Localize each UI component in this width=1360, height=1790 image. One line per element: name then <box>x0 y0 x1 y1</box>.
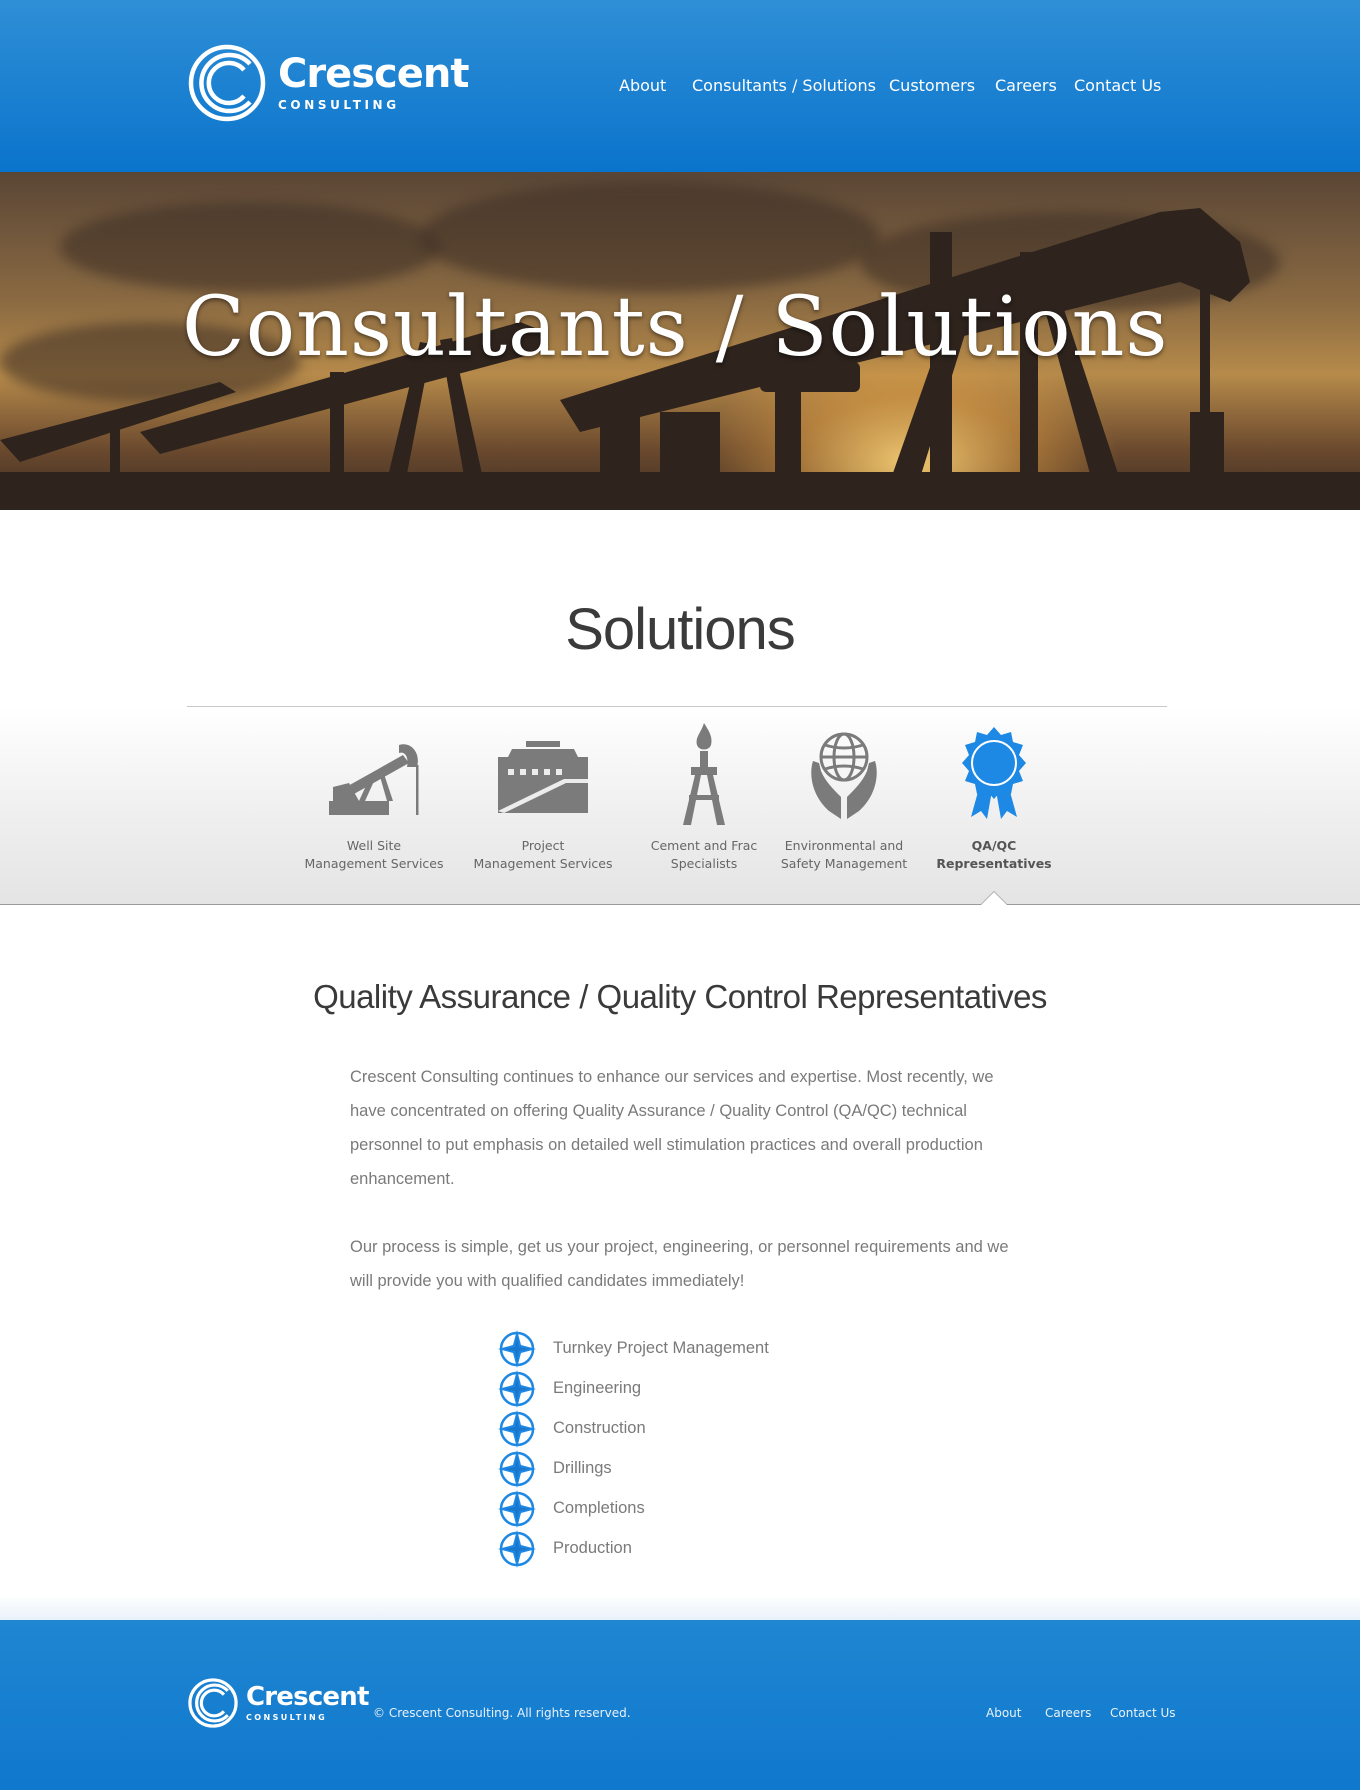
process-paragraph: Our process is simple, get us your proje… <box>350 1238 1009 1290</box>
award-ribbon-icon <box>962 727 1026 819</box>
tab-label: Environmental and Safety Management <box>759 837 929 873</box>
list-item-text: Completions <box>553 1499 645 1517</box>
services-list: Turnkey Project Management Engineering C… <box>498 1330 898 1570</box>
tab-project-management[interactable]: Project Management Services <box>468 707 618 905</box>
footer-link-careers[interactable]: Careers <box>1045 1706 1091 1720</box>
nav-consultants-solutions[interactable]: Consultants / Solutions <box>692 76 876 95</box>
list-item: Engineering <box>498 1370 898 1410</box>
tab-qa-qc-representatives[interactable]: QA/QC Representatives <box>919 707 1069 905</box>
nav-contact-us[interactable]: Contact Us <box>1074 76 1161 95</box>
pumpjack-icon <box>329 744 419 815</box>
active-tab-pointer <box>981 892 1007 905</box>
tab-label: QA/QC Representatives <box>909 837 1079 873</box>
tab-cement-frac-specialists[interactable]: Cement and Frac Specialists <box>629 707 779 905</box>
tab-label-line1: QA/QC <box>971 838 1017 853</box>
compass-star-icon <box>498 1330 536 1368</box>
compass-star-icon <box>498 1370 536 1408</box>
compass-star-icon <box>498 1410 536 1448</box>
list-item-text: Construction <box>553 1419 646 1437</box>
tab-environmental-safety[interactable]: Environmental and Safety Management <box>769 707 919 905</box>
tab-label-line1: Project <box>521 838 565 853</box>
footer-brand-name: Crescent <box>246 1682 369 1712</box>
list-item-text: Drillings <box>553 1459 612 1477</box>
list-item: Drillings <box>498 1450 898 1490</box>
crescent-logo-icon <box>188 1678 238 1728</box>
tab-label-line2: Representatives <box>936 856 1052 871</box>
tab-label-line2: Management Services <box>304 856 444 871</box>
hero-banner: Consultants / Solutions <box>0 172 1360 510</box>
tab-label: Project Management Services <box>458 837 628 873</box>
main-nav: About Consultants / Solutions Customers … <box>0 76 1360 98</box>
map-board-icon <box>498 741 588 813</box>
hero-title: Consultants / Solutions <box>182 280 1169 375</box>
footer-brand-tagline: CONSULTING <box>246 1713 328 1722</box>
section-heading: Quality Assurance / Quality Control Repr… <box>313 978 1047 1015</box>
tab-label-line2: Specialists <box>670 856 738 871</box>
list-item: Construction <box>498 1410 898 1450</box>
solutions-title: Solutions <box>565 597 796 662</box>
list-item-text: Production <box>553 1539 632 1557</box>
flare-tower-icon <box>683 723 725 825</box>
compass-star-icon <box>498 1450 536 1488</box>
footer-link-contact-us[interactable]: Contact Us <box>1110 1706 1176 1720</box>
tab-label: Well Site Management Services <box>289 837 459 873</box>
list-item-text: Turnkey Project Management <box>553 1339 769 1357</box>
list-item-text: Engineering <box>553 1379 642 1397</box>
tab-well-site-management[interactable]: Well Site Management Services <box>299 707 449 905</box>
tab-label-line1: Cement and Frac <box>650 838 758 853</box>
brand-tagline: CONSULTING <box>278 98 400 112</box>
site-footer: Crescent CONSULTING © Crescent Consultin… <box>0 1620 1360 1790</box>
tab-label-line2: Management Services <box>473 856 613 871</box>
nav-customers[interactable]: Customers <box>889 76 975 95</box>
tab-label-line2: Safety Management <box>780 856 908 871</box>
tab-label-line1: Well Site <box>346 838 402 853</box>
footer-fade <box>0 1595 1360 1620</box>
nav-careers[interactable]: Careers <box>995 76 1057 95</box>
list-item: Completions <box>498 1490 898 1530</box>
compass-star-icon <box>498 1530 536 1568</box>
list-item: Turnkey Project Management <box>498 1330 898 1370</box>
footer-link-about[interactable]: About <box>986 1706 1021 1720</box>
copyright-text: © Crescent Consulting. All rights reserv… <box>373 1706 631 1720</box>
list-item: Production <box>498 1530 898 1570</box>
site-header: Crescent CONSULTING About Consultants / … <box>0 0 1360 172</box>
footer-logo[interactable]: Crescent CONSULTING <box>188 1676 369 1730</box>
compass-star-icon <box>498 1490 536 1528</box>
solutions-tabs: Well Site Management Services Project Ma… <box>0 707 1360 905</box>
tab-label-line1: Environmental and <box>784 838 904 853</box>
nav-about[interactable]: About <box>619 76 666 95</box>
intro-paragraph: Crescent Consulting continues to enhance… <box>350 1068 994 1188</box>
hands-globe-icon <box>811 732 877 819</box>
